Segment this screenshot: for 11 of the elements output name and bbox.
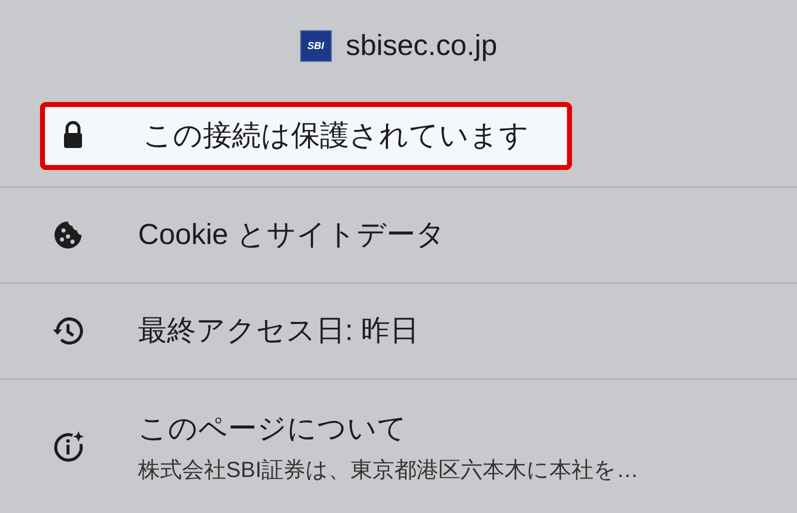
menu-item[interactable]: このページについて 株式会社SBI証券は、東京都港区六本木に本社を… bbox=[0, 408, 797, 484]
item-description: 株式会社SBI証券は、東京都港区六本木に本社を… bbox=[138, 456, 638, 484]
item-title: 最終アクセス日: 昨日 bbox=[138, 314, 420, 349]
site-logo: SBI bbox=[300, 30, 332, 62]
highlighted-menu-item[interactable]: この接続は保護されています bbox=[40, 102, 572, 170]
menu-item[interactable]: 最終アクセス日: 昨日 bbox=[0, 311, 797, 351]
item-title: Cookie とサイトデータ bbox=[138, 218, 446, 253]
site-domain: sbisec.co.jp bbox=[346, 30, 498, 62]
item-title: このページについて bbox=[138, 412, 408, 446]
item-title: この接続は保護されています bbox=[143, 119, 529, 154]
menu-item[interactable]: Cookie とサイトデータ bbox=[0, 215, 797, 255]
